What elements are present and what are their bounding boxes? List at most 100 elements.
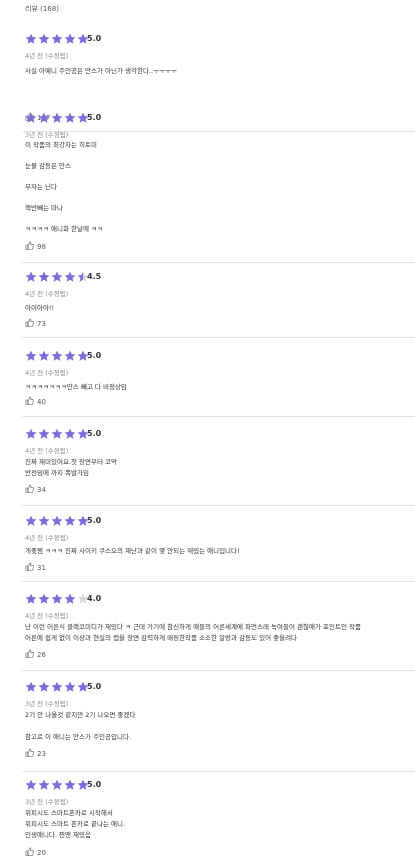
like-count: 26 (37, 650, 46, 659)
star-rating (25, 33, 90, 45)
star-icon (38, 112, 50, 124)
like-button[interactable]: 20 (25, 847, 46, 858)
star-icon (38, 271, 50, 283)
thumbs-up-icon (25, 396, 34, 407)
star-icon (51, 428, 63, 440)
review-text: 어른에 쉽게 없이 이상과 현실의 캡을 장면 감력하게 매핑한작품 소소한 알… (25, 634, 298, 642)
rating-score: 5.0 (87, 429, 102, 438)
review-text: ㅋㅋㅋㅋㅋㅋㅋ만스 빼고 다 비정상임 (25, 383, 127, 391)
star-icon (38, 779, 50, 791)
star-rating (25, 681, 90, 693)
review-date: 3년 전 (수정됨) (25, 700, 69, 708)
star-icon (64, 779, 76, 791)
star-icon (38, 350, 50, 362)
star-rating (25, 515, 90, 527)
review-date: 3년 전 (수정됨) (25, 798, 69, 806)
review-divider (22, 337, 415, 338)
review-count-label: 리뷰 (168) (25, 5, 59, 13)
like-count: 98 (37, 242, 46, 251)
star-icon (38, 33, 50, 45)
star-icon (51, 779, 63, 791)
star-icon (64, 515, 76, 527)
review-divider (22, 262, 415, 263)
review-text: 인생애니다. 찐맨 재밌음 (25, 831, 91, 839)
rating-score: 5.0 (87, 682, 102, 691)
review-date: 4년 전 (수정됨) (25, 534, 69, 542)
review-text: 이 작품의 최강자는 히토미 (25, 141, 97, 149)
rating-score: 5.0 (87, 113, 102, 122)
like-count: 34 (37, 485, 46, 494)
review-text: ㅋㅋㅋㅋ 애니화 한날에 ㅋㅋ (25, 225, 103, 233)
review-text: 난 이런 어른식 블랙코미디가 재밌다 ㅋ 근데 가기에 참신하게 얘들의 어른… (25, 623, 361, 631)
star-rating (25, 428, 90, 440)
star-icon (25, 271, 37, 283)
review-divider (22, 505, 415, 506)
star-icon (25, 350, 37, 362)
review-date: 3년 전 (수정됨) (25, 131, 69, 139)
star-icon (25, 515, 37, 527)
star-icon (64, 350, 76, 362)
star-icon (64, 271, 76, 283)
like-button[interactable]: 31 (25, 562, 46, 573)
review-text: 2기 안 나올것 같지만 2기 나오면 좋겠다 (25, 711, 136, 719)
star-icon (25, 428, 37, 440)
thumbs-up-icon (25, 484, 34, 495)
star-icon (51, 681, 63, 693)
star-icon (38, 593, 50, 605)
star-rating (25, 593, 90, 605)
star-icon (64, 428, 76, 440)
star-icon (38, 681, 50, 693)
star-rating (25, 350, 90, 362)
rating-score: 5.0 (87, 780, 102, 789)
star-icon (51, 350, 63, 362)
review-date: 4년 전 (수정됨) (25, 290, 69, 298)
review-date: 4년 전 (수정됨) (25, 612, 69, 620)
review-divider (22, 131, 415, 132)
review-text: 부자는 닌다 (25, 183, 57, 191)
review-text: 위피시도 스마트 폰카로 끝나는 애니. (25, 820, 126, 828)
like-button[interactable]: 40 (25, 396, 46, 407)
review-date: 4년 전 (수정됨) (25, 369, 69, 377)
like-count: 40 (37, 397, 46, 406)
review-divider (22, 670, 415, 671)
star-icon (25, 33, 37, 45)
review-text: 반전밈에 까지 폭발가임 (25, 469, 89, 477)
rating-score: 5.0 (87, 34, 102, 43)
star-icon (64, 593, 76, 605)
rating-score: 4.5 (87, 272, 102, 281)
rating-score: 5.0 (87, 516, 102, 525)
thumbs-up-icon (25, 318, 34, 329)
rating-score: 5.0 (87, 351, 102, 360)
like-count: 20 (37, 848, 46, 857)
star-icon (51, 112, 63, 124)
like-button[interactable]: 26 (25, 649, 46, 660)
thumbs-up-icon (25, 847, 34, 858)
review-text: 위피시도 스마트폰카로 시작해서 (25, 809, 113, 817)
review-date: 4년 전 (수정됨) (25, 52, 69, 60)
star-rating (25, 779, 90, 791)
review-list-page: 리뷰 (168) 5.0 4년 전 (수정됨) 사실 아예니 주인공은 만스가 아닌… (0, 0, 415, 863)
review-date: 4년 전 (수정됨) (25, 447, 69, 455)
like-button[interactable]: 23 (25, 748, 46, 759)
like-count: 31 (37, 563, 46, 572)
like-count: 23 (37, 749, 46, 758)
review-text: 아이아아!! (25, 304, 55, 312)
review-text: 눈물 감동은 만스 (25, 162, 71, 170)
like-count: 73 (37, 319, 46, 328)
thumbs-up-icon (25, 748, 34, 759)
star-icon (25, 681, 37, 693)
review-text: 개좆쩜 ㅋㅋㅋ 진짜 사이키 쿠스오의 재난과 같이 몇 안되는 재밌는 애니입… (25, 547, 240, 555)
like-button[interactable]: 98 (25, 241, 46, 252)
star-icon (64, 33, 76, 45)
review-text: 핵반빼는 마나 (25, 204, 63, 212)
like-button[interactable]: 34 (25, 484, 46, 495)
thumbs-up-icon (25, 562, 34, 573)
star-icon (38, 515, 50, 527)
review-text: 진짜 재미있어요.첫 장면부터 코막 (25, 458, 117, 466)
review-divider (22, 581, 415, 582)
review-divider (22, 771, 415, 772)
review-text: 참고로 이 애니는 만스가 주인공입니다. (25, 733, 132, 741)
star-rating (25, 112, 90, 124)
like-button[interactable]: 73 (25, 318, 46, 329)
star-icon (38, 428, 50, 440)
